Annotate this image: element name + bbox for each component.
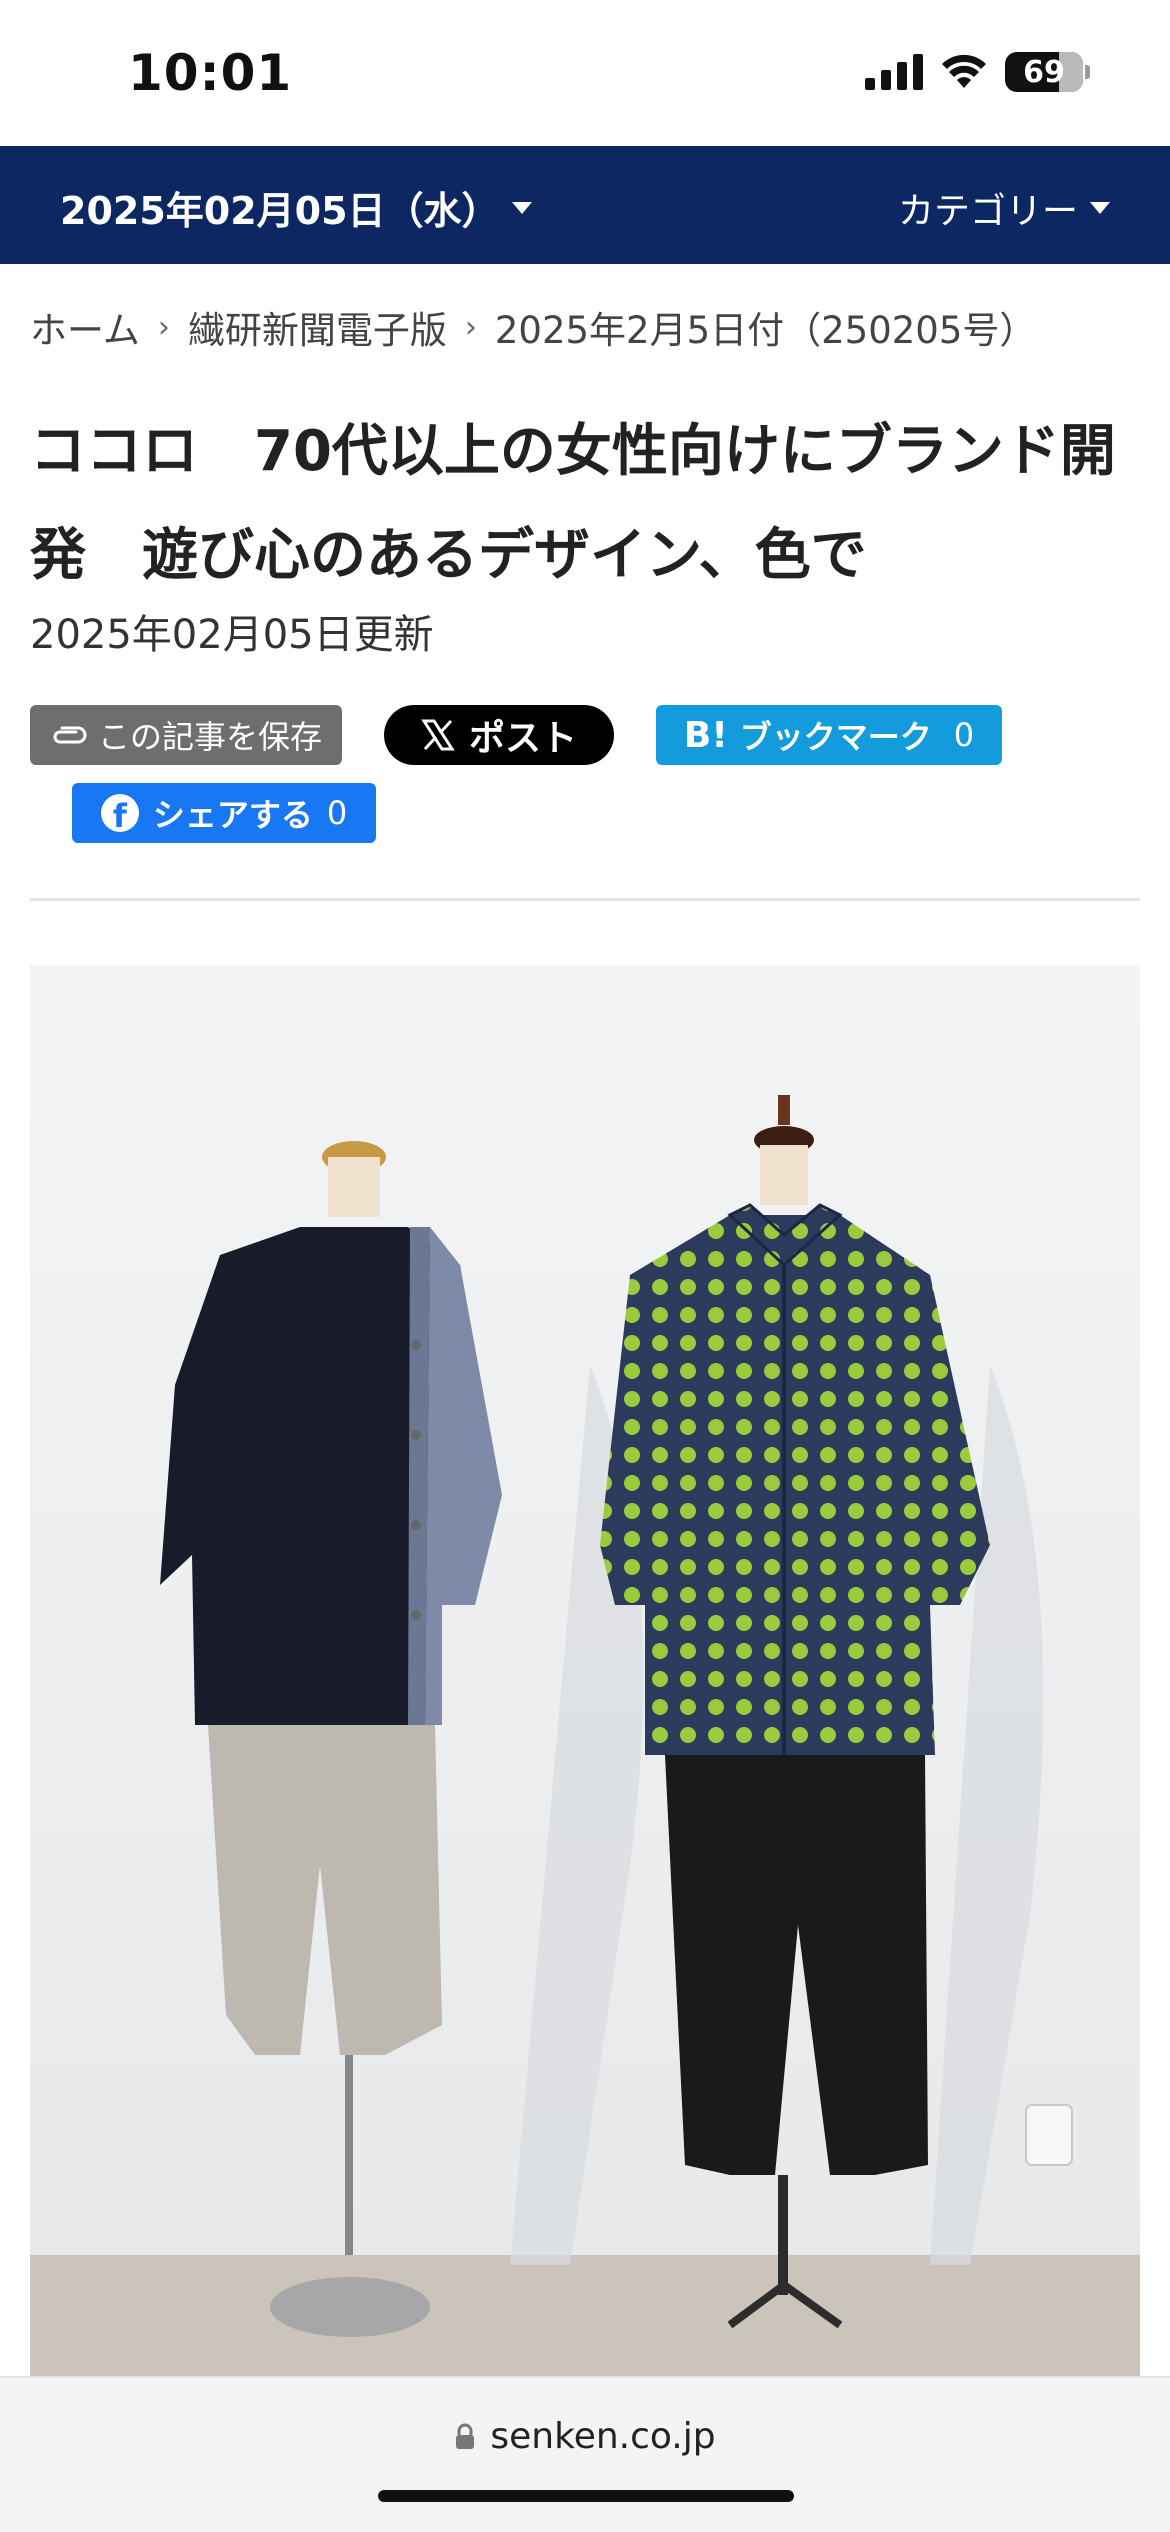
category-dropdown[interactable]: カテゴリー (898, 182, 1110, 234)
status-time: 10:01 (128, 44, 293, 102)
breadcrumb-home[interactable]: ホーム (30, 300, 140, 354)
home-indicator[interactable] (378, 2490, 794, 2502)
category-label: カテゴリー (897, 191, 1078, 232)
facebook-share-button[interactable]: f シェアする 0 (72, 783, 376, 843)
paperclip-icon (53, 726, 87, 744)
save-article-label: この記事を保存 (97, 718, 322, 756)
article-updated-date: 2025年02月05日更新 (30, 612, 434, 658)
article-title: ココロ 70代以上の女性向けにブランド開発 遊び心のあるデザイン、色で (30, 419, 1116, 588)
chevron-right-icon: › (464, 309, 477, 345)
signal-icon (865, 54, 923, 90)
breadcrumb-digital-edition[interactable]: 繊研新聞電子版 (188, 300, 447, 354)
url-text: senken.co.jp (490, 2416, 716, 2457)
address-bar[interactable]: senken.co.jp (0, 2416, 1170, 2457)
hatena-bookmark-label: ブックマーク (739, 718, 932, 756)
hatena-bookmark-icon: B! (683, 714, 728, 756)
facebook-share-count: 0 (326, 794, 348, 832)
x-logo-icon (421, 719, 455, 751)
chevron-right-icon: › (157, 309, 170, 345)
status-bar: 10:01 69 (0, 0, 1170, 146)
breadcrumb-issue[interactable]: 2025年2月5日付（250205号） (495, 300, 1037, 354)
save-article-button[interactable]: この記事を保存 (30, 705, 342, 765)
breadcrumb: ホーム › 繊研新聞電子版 › 2025年2月5日付（250205号） (30, 300, 1036, 354)
divider (30, 898, 1140, 901)
issue-date-dropdown[interactable]: 2025年02月05日（水） (60, 180, 532, 235)
browser-bottom-bar: senken.co.jp (0, 2376, 1170, 2532)
facebook-icon: f (100, 794, 139, 832)
caret-down-icon (511, 201, 532, 214)
issue-date-label: 2025年02月05日（水） (60, 189, 500, 233)
x-post-label: ポスト (468, 718, 577, 759)
status-icons: 69 (865, 52, 1090, 92)
hatena-bookmark-button[interactable]: B! ブックマーク 0 (656, 705, 1002, 765)
caret-down-icon (1090, 202, 1110, 214)
facebook-share-label: シェアする (152, 796, 313, 834)
battery-level: 69 (1023, 54, 1065, 90)
battery-icon: 69 (1005, 52, 1090, 92)
x-post-button[interactable]: ポスト (384, 705, 614, 765)
hatena-bookmark-count: 0 (953, 716, 975, 754)
lock-icon (456, 2423, 475, 2449)
wifi-icon (942, 54, 986, 88)
article-photo (30, 965, 1140, 2377)
site-nav-bar: 2025年02月05日（水） カテゴリー (0, 146, 1170, 264)
